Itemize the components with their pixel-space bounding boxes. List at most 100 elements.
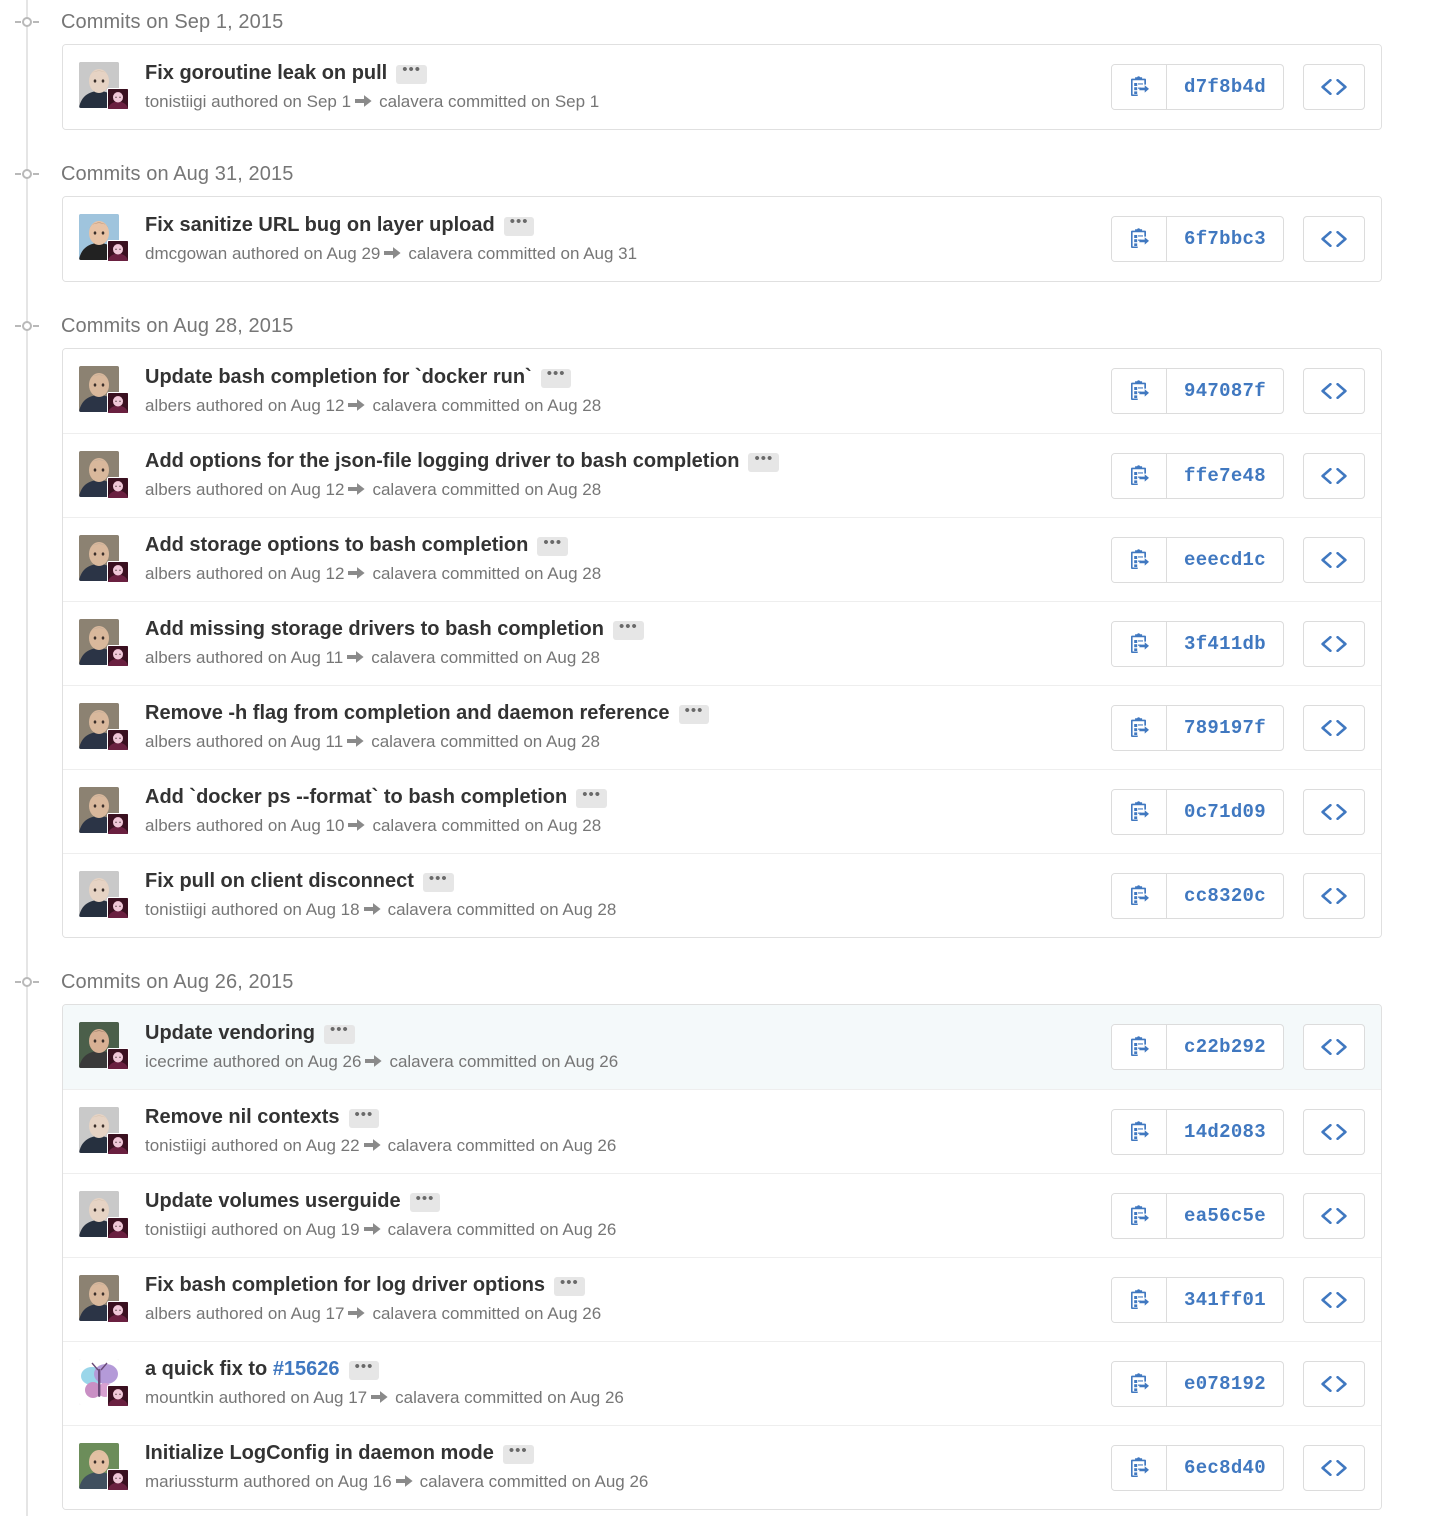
expand-commit-message-button[interactable]: •••: [348, 1359, 380, 1381]
author-link[interactable]: albers: [145, 1304, 191, 1323]
committer-link[interactable]: calavera: [371, 648, 435, 667]
copy-sha-button[interactable]: [1112, 873, 1167, 918]
browse-code-button[interactable]: [1303, 872, 1365, 919]
committer-link[interactable]: calavera: [388, 1220, 452, 1239]
browse-code-button[interactable]: [1303, 216, 1365, 262]
commit-title-link[interactable]: Fix sanitize URL bug on layer upload: [145, 213, 495, 238]
author-link[interactable]: mariussturm: [145, 1472, 239, 1491]
commit-title-link[interactable]: Update vendoring: [145, 1021, 315, 1046]
copy-sha-button[interactable]: [1112, 1445, 1167, 1490]
copy-sha-button[interactable]: [1112, 621, 1167, 666]
commit-title-link[interactable]: Add storage options to bash completion: [145, 533, 528, 558]
author-link[interactable]: tonistiigi: [145, 1136, 206, 1155]
committer-link[interactable]: calavera: [395, 1388, 459, 1407]
browse-code-button[interactable]: [1303, 368, 1365, 414]
expand-commit-message-button[interactable]: •••: [348, 1107, 380, 1129]
commit-title-link[interactable]: Remove -h flag from completion and daemo…: [145, 701, 670, 726]
commit-title-link[interactable]: Remove nil contexts: [145, 1105, 340, 1130]
commit-sha-link[interactable]: cc8320c: [1167, 874, 1283, 918]
committer-link[interactable]: calavera: [388, 1136, 452, 1155]
copy-sha-button[interactable]: [1112, 217, 1167, 261]
committer-link[interactable]: calavera: [388, 900, 452, 919]
expand-commit-message-button[interactable]: •••: [396, 62, 428, 84]
browse-code-button[interactable]: [1303, 1192, 1365, 1239]
browse-code-button[interactable]: [1303, 1276, 1365, 1323]
expand-commit-message-button[interactable]: •••: [554, 1275, 585, 1297]
committer-link[interactable]: calavera: [408, 244, 472, 263]
author-link[interactable]: albers: [145, 564, 191, 583]
copy-sha-button[interactable]: [1112, 1361, 1167, 1406]
author-link[interactable]: dmcgowan: [145, 244, 227, 263]
copy-sha-button[interactable]: [1112, 789, 1167, 834]
commit-title-link[interactable]: a quick fix to #15626: [145, 1357, 340, 1382]
browse-code-button[interactable]: [1303, 1360, 1365, 1407]
commit-sha-link[interactable]: 6f7bbc3: [1167, 217, 1283, 261]
expand-commit-message-button[interactable]: •••: [748, 451, 780, 473]
commit-sha-link[interactable]: 789197f: [1167, 706, 1283, 750]
author-link[interactable]: albers: [145, 732, 191, 751]
committer-link[interactable]: calavera: [379, 92, 443, 111]
copy-sha-button[interactable]: [1112, 65, 1167, 109]
copy-sha-button[interactable]: [1112, 1025, 1167, 1069]
copy-sha-button[interactable]: [1112, 369, 1167, 413]
browse-code-button[interactable]: [1303, 704, 1365, 751]
author-link[interactable]: icecrime: [145, 1052, 208, 1071]
copy-sha-button[interactable]: [1112, 537, 1167, 582]
copy-sha-button[interactable]: [1112, 1277, 1167, 1322]
author-link[interactable]: albers: [145, 480, 191, 499]
expand-commit-message-button[interactable]: •••: [678, 703, 710, 725]
browse-code-button[interactable]: [1303, 452, 1365, 499]
browse-code-button[interactable]: [1303, 788, 1365, 835]
commit-sha-link[interactable]: 947087f: [1167, 369, 1283, 413]
author-link[interactable]: mountkin: [145, 1388, 214, 1407]
expand-commit-message-button[interactable]: •••: [540, 366, 572, 388]
issue-reference-link[interactable]: #15626: [273, 1358, 340, 1380]
commit-sha-link[interactable]: eeecd1c: [1167, 538, 1283, 582]
commit-title-link[interactable]: Fix pull on client disconnect: [145, 869, 414, 894]
browse-code-button[interactable]: [1303, 1108, 1365, 1155]
expand-commit-message-button[interactable]: •••: [324, 1022, 355, 1044]
expand-commit-message-button[interactable]: •••: [502, 1443, 534, 1465]
commit-title-link[interactable]: Initialize LogConfig in daemon mode: [145, 1441, 494, 1466]
committer-link[interactable]: calavera: [372, 1304, 436, 1323]
committer-link[interactable]: calavera: [389, 1052, 453, 1071]
author-link[interactable]: albers: [145, 396, 191, 415]
commit-title-link[interactable]: Add missing storage drivers to bash comp…: [145, 617, 604, 642]
copy-sha-button[interactable]: [1112, 453, 1167, 498]
author-link[interactable]: albers: [145, 648, 191, 667]
committer-link[interactable]: calavera: [372, 480, 436, 499]
committer-link[interactable]: calavera: [420, 1472, 484, 1491]
commit-title-link[interactable]: Add `docker ps --format` to bash complet…: [145, 785, 567, 810]
browse-code-button[interactable]: [1303, 536, 1365, 583]
copy-sha-button[interactable]: [1112, 1193, 1167, 1238]
expand-commit-message-button[interactable]: •••: [537, 535, 569, 557]
expand-commit-message-button[interactable]: •••: [576, 787, 608, 809]
copy-sha-button[interactable]: [1112, 1109, 1167, 1154]
committer-link[interactable]: calavera: [372, 816, 436, 835]
commit-title-link[interactable]: Update volumes userguide: [145, 1189, 401, 1214]
commit-sha-link[interactable]: 6ec8d40: [1167, 1446, 1283, 1490]
committer-link[interactable]: calavera: [372, 396, 436, 415]
committer-link[interactable]: calavera: [372, 564, 436, 583]
expand-commit-message-button[interactable]: •••: [503, 214, 535, 236]
expand-commit-message-button[interactable]: •••: [612, 619, 644, 641]
commit-title-link[interactable]: Add options for the json-file logging dr…: [145, 449, 739, 474]
commit-title-link[interactable]: Fix bash completion for log driver optio…: [145, 1273, 545, 1298]
browse-code-button[interactable]: [1303, 64, 1365, 110]
author-link[interactable]: tonistiigi: [145, 1220, 206, 1239]
author-link[interactable]: albers: [145, 816, 191, 835]
browse-code-button[interactable]: [1303, 620, 1365, 667]
commit-title-link[interactable]: Update bash completion for `docker run`: [145, 365, 532, 390]
author-link[interactable]: tonistiigi: [145, 900, 206, 919]
commit-sha-link[interactable]: 341ff01: [1167, 1278, 1283, 1322]
commit-sha-link[interactable]: d7f8b4d: [1167, 65, 1283, 109]
expand-commit-message-button[interactable]: •••: [422, 871, 454, 893]
commit-sha-link[interactable]: ea56c5e: [1167, 1194, 1283, 1238]
commit-sha-link[interactable]: 14d2083: [1167, 1110, 1283, 1154]
commit-sha-link[interactable]: c22b292: [1167, 1025, 1283, 1069]
commit-sha-link[interactable]: ffe7e48: [1167, 454, 1283, 498]
author-link[interactable]: tonistiigi: [145, 92, 206, 111]
commit-sha-link[interactable]: 3f411db: [1167, 622, 1283, 666]
committer-link[interactable]: calavera: [371, 732, 435, 751]
commit-sha-link[interactable]: 0c71d09: [1167, 790, 1283, 834]
